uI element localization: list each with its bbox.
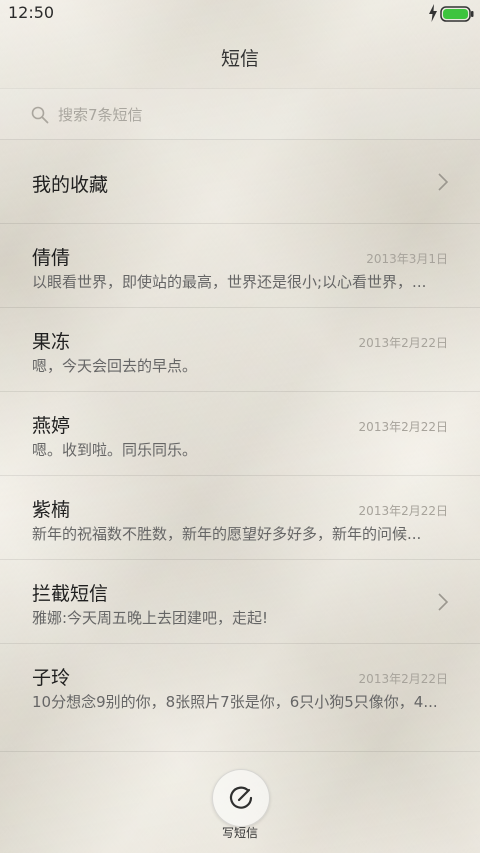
search-icon — [31, 106, 49, 124]
conversation-row[interactable]: 倩倩 2013年3月1日 以眼看世界，即使站的最高，世界还是很小;以心看世界，.… — [0, 224, 480, 308]
message-preview: 新年的祝福数不胜数，新年的愿望好多好多，新年的问候... — [32, 525, 422, 543]
favorites-label: 我的收藏 — [32, 174, 109, 196]
contact-name: 倩倩 — [32, 247, 71, 269]
message-date: 2013年3月1日 — [366, 252, 448, 266]
status-time: 12:50 — [8, 3, 55, 22]
conversation-row[interactable]: 子玲 2013年2月22日 10分想念9别的你，8张照片7张是你，6只小狗5只像… — [0, 644, 480, 727]
compose-icon — [229, 786, 253, 809]
favorites-row[interactable]: 我的收藏 — [0, 140, 480, 224]
header: 短信 — [0, 28, 480, 88]
contact-name: 子玲 — [32, 667, 71, 689]
message-date: 2013年2月22日 — [358, 420, 448, 434]
search-input[interactable]: 搜索7条短信 — [58, 104, 143, 125]
compose-label: 写短信 — [221, 826, 258, 840]
message-date: 2013年2月22日 — [358, 504, 448, 518]
message-date: 2013年2月22日 — [358, 672, 448, 686]
compose-button[interactable] — [212, 769, 270, 827]
message-preview: 10分想念9别的你，8张照片7张是你，6只小狗5只像你，4... — [32, 693, 438, 711]
message-date: 2013年2月22日 — [358, 336, 448, 350]
status-bar: 12:50 — [0, 0, 480, 28]
blocked-message-preview: 雅娜:今天周五晚上去团建吧，走起! — [32, 609, 269, 627]
conversation-row[interactable]: 果冻 2013年2月22日 嗯，今天会回去的早点。 — [0, 308, 480, 392]
contact-name: 紫楠 — [32, 499, 71, 521]
page-title: 短信 — [220, 48, 259, 70]
conversation-row[interactable]: 燕婷 2013年2月22日 嗯。收到啦。同乐同乐。 — [0, 392, 480, 476]
battery-icon — [440, 6, 474, 22]
bottom-bar: 写短信 — [0, 751, 480, 853]
blocked-messages-label: 拦截短信 — [32, 583, 109, 605]
blocked-messages-row[interactable]: 拦截短信 雅娜:今天周五晚上去团建吧，走起! — [0, 560, 480, 644]
message-preview: 以眼看世界，即使站的最高，世界还是很小;以心看世界，... — [32, 273, 427, 291]
contact-name: 燕婷 — [32, 415, 71, 437]
message-preview: 嗯，今天会回去的早点。 — [32, 357, 198, 375]
message-preview: 嗯。收到啦。同乐同乐。 — [32, 441, 198, 459]
charging-icon — [429, 4, 437, 22]
conversation-row[interactable]: 紫楠 2013年2月22日 新年的祝福数不胜数，新年的愿望好多好多，新年的问候.… — [0, 476, 480, 560]
chevron-right-icon — [438, 173, 449, 191]
search-bar[interactable]: 搜索7条短信 — [0, 88, 480, 140]
contact-name: 果冻 — [32, 331, 71, 353]
chevron-right-icon — [438, 593, 449, 611]
